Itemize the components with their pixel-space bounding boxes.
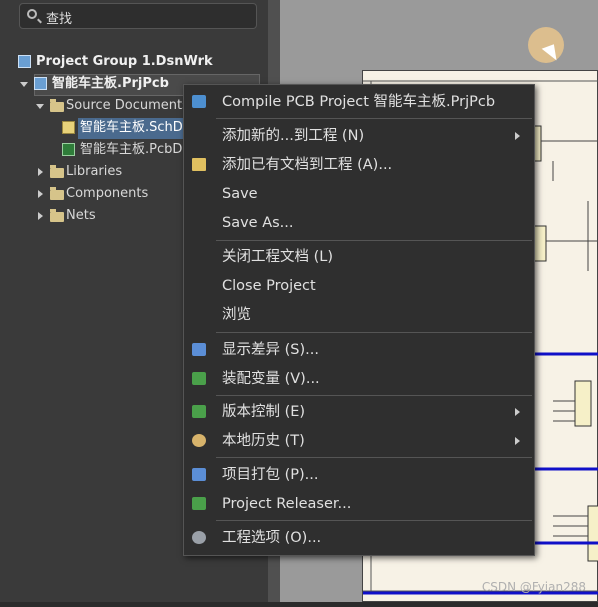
- menu-separator: [216, 240, 532, 241]
- menu-show-diff[interactable]: 显示差异 (S)...: [184, 337, 532, 363]
- menu-label: 本地历史 (T): [222, 433, 305, 449]
- collapse-icon[interactable]: [38, 190, 43, 198]
- add-folder-icon: [192, 158, 206, 171]
- menu-label: 工程选项 (O)...: [222, 530, 322, 546]
- expand-icon[interactable]: [36, 104, 44, 109]
- menu-label: 项目打包 (P)...: [222, 467, 319, 483]
- menu-separator: [216, 395, 532, 396]
- menu-label: Save: [222, 186, 258, 202]
- tree-label-nets: Nets: [66, 208, 96, 223]
- menu-browse[interactable]: 浏览: [184, 302, 532, 328]
- menu-add-existing[interactable]: 添加已有文档到工程 (A)...: [184, 152, 532, 178]
- folder-icon: [50, 209, 64, 222]
- schematic-doc-icon: [62, 121, 75, 134]
- menu-label: 添加新的...到工程 (N): [222, 128, 365, 144]
- pcb-doc-icon: [62, 143, 75, 156]
- watermark: CSDN @Fyian288: [481, 580, 586, 594]
- submenu-arrow-icon: [515, 437, 520, 445]
- package-icon: [192, 468, 206, 481]
- releaser-icon: [192, 497, 206, 510]
- menu-compile[interactable]: Compile PCB Project 智能车主板.PrjPcb: [184, 89, 532, 115]
- menu-label: Project Releaser...: [222, 496, 352, 512]
- folder-icon: [50, 99, 64, 112]
- menu-save-as[interactable]: Save As...: [184, 210, 532, 236]
- menu-label: Compile PCB Project 智能车主板.PrjPcb: [222, 94, 496, 110]
- submenu-arrow-icon: [515, 408, 520, 416]
- menu-releaser[interactable]: Project Releaser...: [184, 491, 532, 517]
- tree-label-source-docs: Source Documents: [66, 98, 189, 113]
- menu-close-docs[interactable]: 关闭工程文档 (L): [184, 244, 532, 270]
- menu-label: 显示差异 (S)...: [222, 342, 319, 358]
- version-control-icon: [192, 405, 206, 418]
- clock-icon: [192, 434, 206, 447]
- menu-separator: [216, 118, 532, 119]
- search-input[interactable]: 查找: [46, 8, 72, 27]
- menu-label: 关闭工程文档 (L): [222, 249, 334, 265]
- menu-variants[interactable]: 装配变量 (V)...: [184, 366, 532, 392]
- menu-label: 版本控制 (E): [222, 404, 306, 420]
- pcb-project-icon: [34, 77, 47, 90]
- menu-label: 装配变量 (V)...: [222, 371, 320, 387]
- tree-label-project: 智能车主板.PrjPcb: [52, 76, 169, 91]
- menu-version-control[interactable]: 版本控制 (E): [184, 399, 532, 425]
- menu-add-new[interactable]: 添加新的...到工程 (N): [184, 123, 532, 149]
- menu-packaging[interactable]: 项目打包 (P)...: [184, 462, 532, 488]
- menu-separator: [216, 520, 532, 521]
- tree-label-sch: 智能车主板.SchD: [80, 120, 183, 135]
- collapse-icon[interactable]: [38, 212, 43, 220]
- menu-close-project[interactable]: Close Project: [184, 273, 532, 299]
- folder-icon: [50, 165, 64, 178]
- expand-icon[interactable]: [20, 82, 28, 87]
- folder-icon: [50, 187, 64, 200]
- compile-icon: [192, 95, 206, 108]
- menu-separator: [216, 332, 532, 333]
- menu-separator: [216, 457, 532, 458]
- tree-label-libraries: Libraries: [66, 164, 123, 179]
- search-icon: [27, 9, 37, 19]
- menu-label: Close Project: [222, 278, 316, 294]
- diff-icon: [192, 343, 206, 356]
- tree-label-pcb: 智能车主板.PcbD: [80, 142, 183, 157]
- menu-save[interactable]: Save: [184, 181, 532, 207]
- collapse-icon[interactable]: [38, 168, 43, 176]
- menu-label: 添加已有文档到工程 (A)...: [222, 157, 393, 173]
- variants-icon: [192, 372, 206, 385]
- menu-local-history[interactable]: 本地历史 (T): [184, 428, 532, 454]
- tree-label-group: Project Group 1.DsnWrk: [36, 54, 213, 69]
- workspace-icon: [18, 55, 31, 68]
- settings-icon: [192, 531, 206, 544]
- tree-label-components: Components: [66, 186, 149, 201]
- menu-label: 浏览: [222, 307, 251, 323]
- submenu-arrow-icon: [515, 132, 520, 140]
- menu-project-options[interactable]: 工程选项 (O)...: [184, 525, 532, 551]
- search-box[interactable]: 查找: [19, 3, 257, 29]
- context-menu: Compile PCB Project 智能车主板.PrjPcb 添加新的...…: [183, 84, 535, 556]
- menu-label: Save As...: [222, 215, 294, 231]
